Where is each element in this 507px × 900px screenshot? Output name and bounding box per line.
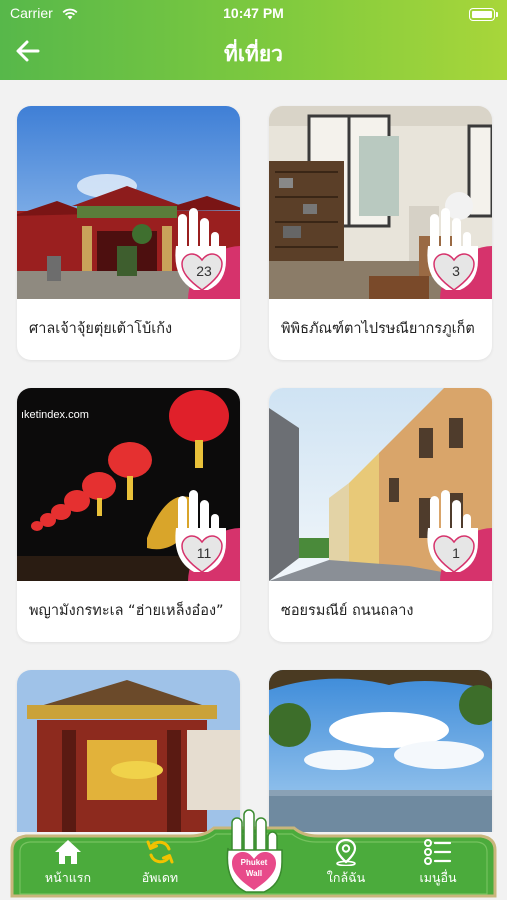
nav-phuket-wall[interactable]: Phuket Wall: [220, 808, 288, 896]
logo-text-line2: Wall: [245, 869, 263, 878]
checkin-badge: 3: [420, 206, 492, 299]
checkin-badge: 1: [420, 488, 492, 581]
place-card-shrine[interactable]: 23 ศาลเจ้าจุ้ยตุ่ยเต้าโบ้เก้ง: [17, 106, 240, 360]
page-title: ที่เที่ยว: [224, 42, 283, 66]
place-name: พญามังกรทะเล “ฮ่ายเหล็งอ๋อง”: [29, 603, 224, 619]
map-pin-icon: [335, 838, 357, 866]
menu-list-icon: [424, 839, 452, 865]
app-header: Carrier 10:47 PM ที่เที่ยว: [0, 0, 507, 80]
checkin-badge: 23: [168, 206, 240, 299]
nav-update[interactable]: อัพเดท: [120, 836, 200, 896]
bottom-navigation: หน้าแรก อัพเดท Phuket Wall ใกล้ฉัน เมนูอ…: [0, 806, 507, 900]
battery-icon: [469, 8, 498, 21]
checkin-count: 23: [196, 263, 212, 279]
phuket-wall-logo-icon: [226, 809, 283, 893]
place-name: ศาลเจ้าจุ้ยตุ่ยเต้าโบ้เก้ง: [29, 321, 173, 337]
nav-nearby[interactable]: ใกล้ฉัน: [306, 836, 386, 896]
nav-home[interactable]: หน้าแรก: [28, 836, 108, 896]
place-card-street[interactable]: 1 ซอยรมณีย์ ถนนถลาง: [269, 388, 492, 642]
home-icon: [55, 840, 81, 864]
checkin-badge: 11: [168, 488, 240, 581]
checkin-count: 11: [196, 545, 212, 561]
logo-text-line1: Phuket: [240, 858, 268, 867]
nav-more[interactable]: เมนูอื่น: [398, 836, 478, 896]
nav-more-label: เมนูอื่น: [419, 870, 457, 885]
status-bar: Carrier 10:47 PM: [0, 5, 507, 25]
status-time: 10:47 PM: [223, 5, 284, 21]
refresh-icon: [146, 840, 174, 864]
place-card-museum[interactable]: 3 พิพิธภัณฑ์ตาไปรษณียากรภูเก็ต: [269, 106, 492, 360]
nav-home-label: หน้าแรก: [44, 870, 92, 885]
checkin-count: 1: [452, 545, 460, 561]
nav-update-label: อัพเดท: [141, 870, 179, 885]
checkin-count: 3: [452, 263, 460, 279]
place-card-dragon[interactable]: ıketindex.com 11 พญามังกรทะเล “ฮ่ายเหล็ง…: [17, 388, 240, 642]
nav-nearby-label: ใกล้ฉัน: [326, 870, 366, 885]
place-name: พิพิธภัณฑ์ตาไปรษณียากรภูเก็ต: [281, 321, 475, 337]
photo-watermark: ıketindex.com: [21, 409, 89, 421]
place-name: ซอยรมณีย์ ถนนถลาง: [281, 603, 414, 619]
